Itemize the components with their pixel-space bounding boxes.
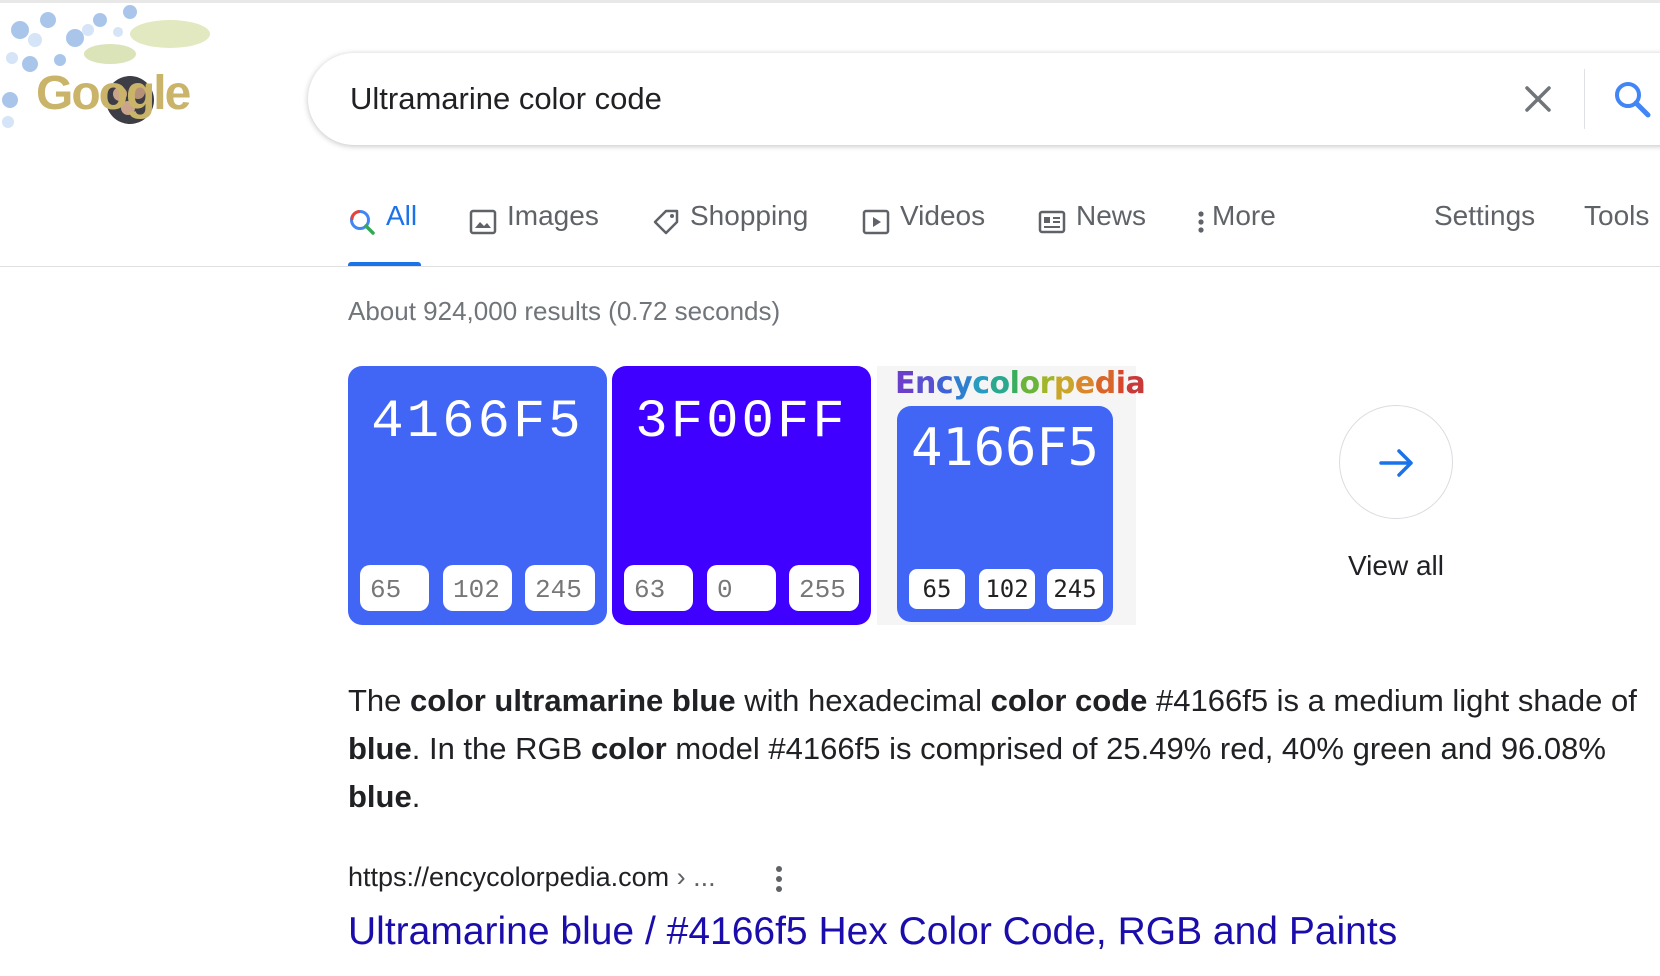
swatch-hex-label: 3F00FF	[635, 392, 848, 453]
snippet-bold: color ultramarine blue	[410, 683, 736, 718]
result-url[interactable]: https://encycolorpedia.com › ...	[348, 862, 716, 893]
settings-link[interactable]: Settings	[1434, 200, 1535, 262]
search-icon	[348, 208, 376, 243]
search-icon[interactable]	[1610, 77, 1654, 121]
rgb-red-value: 65	[909, 569, 965, 609]
tab-videos[interactable]: Videos	[862, 200, 985, 262]
encycolorpedia-image[interactable]: Encycolorpedia 4166F5 65 102 245	[877, 366, 1146, 625]
result-url-breadcrumb: › ...	[669, 862, 716, 892]
tab-label: Videos	[900, 200, 986, 231]
tab-label: Shopping	[690, 200, 809, 231]
tab-label: Settings	[1434, 200, 1536, 231]
rgb-blue-value: 255	[789, 565, 859, 611]
encycolorpedia-title: Encycolorpedia	[895, 366, 1146, 401]
snippet-bold: color	[590, 731, 667, 766]
tools-link[interactable]: Tools	[1584, 200, 1649, 262]
tab-all[interactable]: All	[348, 200, 417, 262]
tab-images[interactable]: Images	[469, 200, 599, 262]
tab-more[interactable]: More	[1196, 200, 1276, 262]
tab-label: More	[1212, 200, 1276, 231]
tab-label: All	[386, 200, 418, 231]
tab-label: News	[1076, 200, 1147, 231]
result-stats: About 924,000 results (0.72 seconds)	[348, 296, 781, 326]
view-all-button[interactable]	[1339, 405, 1453, 519]
tag-icon	[652, 208, 680, 243]
rgb-red-value: 63	[624, 565, 693, 611]
snippet-text: with hexadecimal	[735, 683, 991, 718]
search-box[interactable]	[308, 53, 1660, 145]
snippet-text: . In the RGB	[411, 731, 591, 766]
color-swatch-image[interactable]: 4166F5 65 102 245	[348, 366, 607, 625]
result-title-link[interactable]: Ultramarine blue / #4166f5 Hex Color Cod…	[348, 910, 1397, 954]
swatch-hex-label: 4166F5	[371, 392, 584, 453]
close-icon[interactable]	[1518, 79, 1558, 119]
rgb-red-value: 65	[360, 565, 429, 611]
view-all-label[interactable]: View all	[1296, 550, 1496, 582]
swatch-hex-label: 4166F5	[911, 418, 1099, 478]
snippet-bold: blue	[348, 779, 412, 814]
rgb-green-value: 102	[443, 565, 512, 611]
play-icon	[862, 208, 890, 243]
image-icon	[469, 208, 497, 243]
logo-text: Google	[36, 67, 191, 120]
color-swatch-image[interactable]: 3F00FF 63 0 255	[612, 366, 871, 625]
snippet-bold: color code	[990, 683, 1148, 718]
rgb-green-value: 0	[707, 565, 776, 611]
tabs-divider	[0, 266, 1660, 267]
rgb-green-value: 102	[979, 569, 1035, 609]
searchbox-divider	[1584, 69, 1585, 129]
tab-shopping[interactable]: Shopping	[652, 200, 808, 262]
search-tabs: All Images Shopping Videos News More Set…	[0, 200, 1660, 266]
snippet-bold: blue	[348, 731, 412, 766]
newspaper-icon	[1038, 208, 1066, 243]
tab-label: Images	[507, 200, 599, 231]
more-vert-icon	[1196, 208, 1206, 243]
snippet-text: model #4166f5 is comprised of 25.49% red…	[666, 731, 1606, 766]
snippet-text: The	[348, 683, 411, 718]
top-border	[0, 0, 1660, 3]
rgb-blue-value: 245	[1047, 569, 1103, 609]
snippet-text: .	[411, 779, 421, 814]
tab-label: Tools	[1584, 200, 1650, 231]
more-vert-icon[interactable]	[772, 864, 786, 894]
result-url-host: https://encycolorpedia.com	[348, 862, 670, 892]
google-doodle-logo[interactable]: Google	[0, 0, 230, 150]
search-input[interactable]	[350, 78, 1350, 120]
tab-news[interactable]: News	[1038, 200, 1146, 262]
arrow-right-icon	[1377, 443, 1417, 483]
encycolorpedia-swatch: 4166F5 65 102 245	[897, 406, 1113, 622]
featured-snippet: The color ultramarine blue with hexadeci…	[348, 677, 1648, 821]
rgb-blue-value: 245	[525, 565, 595, 611]
snippet-text: #4166f5 is a medium light shade of	[1147, 683, 1637, 718]
